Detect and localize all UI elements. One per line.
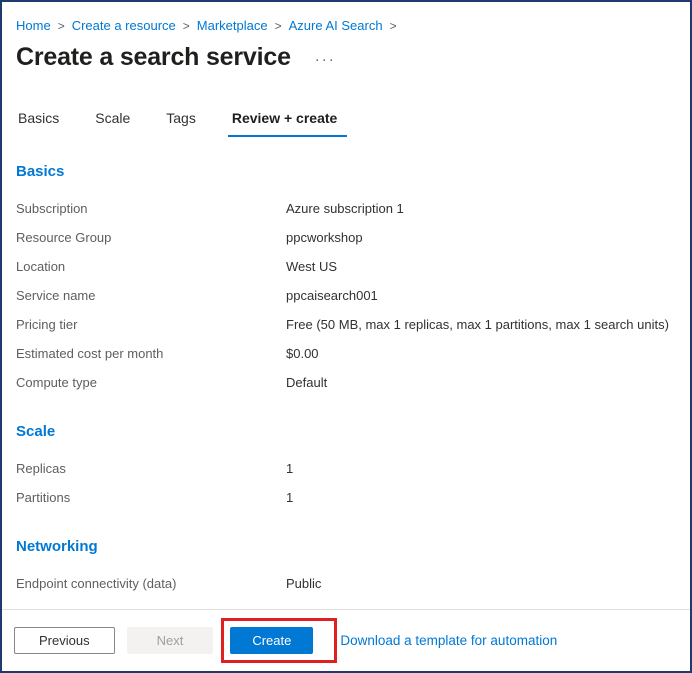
- previous-button[interactable]: Previous: [14, 627, 115, 654]
- breadcrumb-separator: >: [182, 19, 190, 33]
- review-row-estimated-cost: Estimated cost per month $0.00: [16, 339, 676, 368]
- review-row-location: Location West US: [16, 252, 676, 281]
- tab-bar: Basics Scale Tags Review + create: [2, 104, 690, 137]
- more-options-button[interactable]: ···: [311, 49, 340, 70]
- field-label: Estimated cost per month: [16, 346, 164, 361]
- breadcrumb-link-create-a-resource[interactable]: Create a resource: [72, 18, 176, 33]
- review-row-pricing-tier: Pricing tier Free (50 MB, max 1 replicas…: [16, 310, 676, 339]
- review-content: Basics Subscription Azure subscription 1…: [2, 137, 690, 609]
- field-label: Partitions: [16, 490, 71, 505]
- create-button[interactable]: Create: [230, 627, 314, 654]
- tab-review-create[interactable]: Review + create: [227, 104, 348, 137]
- field-value: Public: [286, 576, 322, 591]
- tab-tags[interactable]: Tags: [164, 104, 198, 137]
- breadcrumb-link-azure-ai-search[interactable]: Azure AI Search: [289, 18, 383, 33]
- annotation-highlight-box: Create: [221, 618, 338, 663]
- page-title: Create a search service: [16, 43, 291, 71]
- tab-scale[interactable]: Scale: [93, 104, 132, 137]
- breadcrumb-link-home[interactable]: Home: [16, 18, 51, 33]
- field-label: Endpoint connectivity (data): [16, 576, 177, 591]
- section-heading-scale: Scale: [16, 423, 56, 440]
- field-label: Replicas: [16, 461, 66, 476]
- field-value: 1: [286, 490, 294, 505]
- breadcrumb: Home > Create a resource > Marketplace > Azure…: [2, 2, 690, 33]
- field-value: Default: [286, 375, 328, 390]
- field-value: ppcaisearch001: [286, 288, 378, 303]
- footer-action-bar: Previous Next Create Download a template…: [2, 609, 690, 671]
- field-label: Location: [16, 259, 66, 274]
- create-search-service-page: Home > Create a resource > Marketplace > Azure…: [0, 0, 692, 673]
- review-row-compute-type: Compute type Default: [16, 368, 676, 397]
- field-label: Pricing tier: [16, 317, 78, 332]
- breadcrumb-separator: >: [274, 19, 282, 33]
- section-heading-networking: Networking: [16, 538, 98, 555]
- title-row: Create a search service ···: [2, 33, 690, 72]
- field-label: Resource Group: [16, 230, 112, 245]
- field-value: ppcworkshop: [286, 230, 363, 245]
- breadcrumb-link-marketplace[interactable]: Marketplace: [197, 18, 268, 33]
- review-row-replicas: Replicas 1: [16, 454, 676, 483]
- review-row-endpoint-connectivity: Endpoint connectivity (data) Public: [16, 569, 676, 598]
- field-value: 1: [286, 461, 294, 476]
- review-row-partitions: Partitions 1: [16, 483, 676, 512]
- field-value: West US: [286, 259, 338, 274]
- review-row-subscription: Subscription Azure subscription 1: [16, 194, 676, 223]
- next-button[interactable]: Next: [126, 627, 214, 654]
- breadcrumb-separator: >: [57, 19, 65, 33]
- field-label: Subscription: [16, 201, 88, 216]
- breadcrumb-separator: >: [389, 19, 397, 33]
- download-template-link[interactable]: Download a template for automation: [340, 633, 557, 648]
- section-heading-basics: Basics: [16, 163, 65, 180]
- field-label: Service name: [16, 288, 96, 303]
- field-value: Azure subscription 1: [286, 201, 404, 216]
- review-row-service-name: Service name ppcaisearch001: [16, 281, 676, 310]
- field-value: Free (50 MB, max 1 replicas, max 1 parti…: [286, 317, 669, 332]
- field-value: $0.00: [286, 346, 319, 361]
- field-label: Compute type: [16, 375, 97, 390]
- tab-basics[interactable]: Basics: [16, 104, 61, 137]
- review-row-resource-group: Resource Group ppcworkshop: [16, 223, 676, 252]
